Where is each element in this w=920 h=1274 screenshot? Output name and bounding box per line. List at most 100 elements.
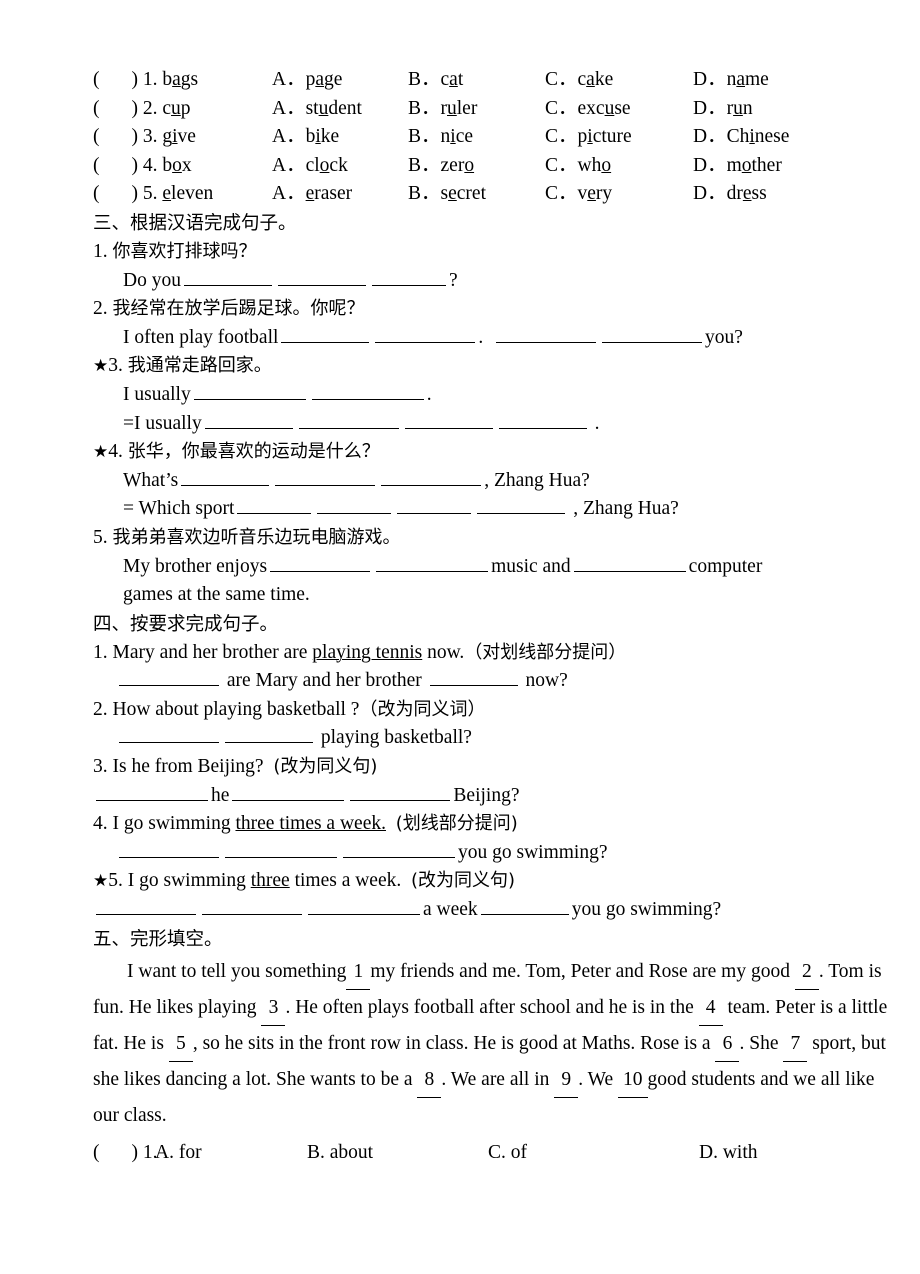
blank[interactable] <box>496 325 597 343</box>
blank[interactable] <box>281 325 370 343</box>
cloze-blank-10[interactable]: 10 <box>618 1062 648 1098</box>
cloze-blank-2[interactable]: 2 <box>794 954 819 990</box>
mc-option-c[interactable]: C．who <box>545 152 611 181</box>
mc-option-a[interactable]: A．student <box>272 95 362 124</box>
s3-q1-chinese: 你喜欢打排球吗？ <box>112 240 257 262</box>
mc-option-b[interactable]: B．nice <box>408 123 473 152</box>
blank[interactable] <box>119 725 219 744</box>
s3-q1-number: 1. <box>93 240 108 262</box>
s4-q3-ans-post: Beijing? <box>453 784 520 806</box>
blank[interactable] <box>375 325 476 343</box>
mc-option-b[interactable]: B．secret <box>408 180 486 209</box>
blank[interactable] <box>404 411 493 429</box>
blank[interactable] <box>183 268 272 286</box>
s4-q1-ans-mid: are Mary and her brother <box>226 670 422 692</box>
blank[interactable] <box>397 496 472 515</box>
cloze-blank-1[interactable]: 1 <box>346 954 371 990</box>
mc-option-a[interactable]: A．page <box>272 66 342 95</box>
blank[interactable] <box>573 554 686 572</box>
blank[interactable] <box>350 783 451 801</box>
mc-option-d[interactable]: D．mother <box>693 152 782 181</box>
cloze-blank-4[interactable]: 4 <box>698 990 723 1026</box>
blank[interactable] <box>181 468 270 486</box>
mc-option-a[interactable]: A．clock <box>272 152 348 181</box>
mc-option-a[interactable]: A．eraser <box>272 180 352 209</box>
s3-q1-answer-line: Do you? <box>93 267 893 296</box>
cloze-mc-option-c[interactable]: C. of <box>488 1139 527 1168</box>
blank[interactable] <box>204 411 293 429</box>
blank[interactable] <box>429 668 518 687</box>
blank[interactable] <box>225 725 313 744</box>
blank[interactable] <box>343 840 455 858</box>
answer-bracket[interactable]: () <box>93 69 138 90</box>
blank[interactable] <box>96 783 208 801</box>
answer-bracket[interactable]: () <box>93 126 138 147</box>
blank[interactable] <box>96 897 196 916</box>
cloze-blank-6[interactable]: 6 <box>715 1026 740 1062</box>
blank[interactable] <box>275 468 376 486</box>
blank[interactable] <box>270 554 371 572</box>
blank[interactable] <box>308 897 420 916</box>
s3-q3-line1-post: . <box>426 383 432 405</box>
s4-q2-instruction: （改为同义词） <box>359 698 486 720</box>
answer-bracket[interactable]: () <box>93 155 138 176</box>
mc-option-a[interactable]: A．bike <box>272 123 339 152</box>
blank[interactable] <box>477 496 566 515</box>
answer-bracket[interactable]: () <box>93 1142 138 1163</box>
blank[interactable] <box>376 554 489 572</box>
blank[interactable] <box>311 382 424 400</box>
blank[interactable] <box>193 382 306 400</box>
s4-q3-prompt: 3. Is he from Beijing? (改为同义句) <box>93 753 893 782</box>
mc-row: () 3. give A．bike B．nice C．picture D．Chi… <box>93 123 893 152</box>
blank[interactable] <box>317 496 392 515</box>
blank[interactable] <box>232 783 345 801</box>
blank[interactable] <box>119 840 219 858</box>
s4-q4-prompt: 4. I go swimming three times a week. (划线… <box>93 810 893 839</box>
blank[interactable] <box>381 468 482 486</box>
blank[interactable] <box>237 496 312 515</box>
mc-stem: () 5. eleven <box>93 183 214 205</box>
blank[interactable] <box>498 411 587 429</box>
mc-option-c[interactable]: C．very <box>545 180 612 209</box>
mc-option-d[interactable]: D．name <box>693 66 769 95</box>
s3-q2-answer-pre: I often play football <box>123 326 279 348</box>
answer-bracket[interactable]: () <box>93 98 138 119</box>
s3-q5-line2-text: games at the same time. <box>123 584 310 606</box>
s3-q5-line1-pre: My brother enjoys <box>123 555 268 577</box>
s4-q1-prompt: 1. Mary and her brother are playing tenn… <box>93 639 893 668</box>
blank[interactable] <box>119 668 219 687</box>
cloze-blank-8[interactable]: 8 <box>417 1062 442 1098</box>
cloze-text-10: . We <box>578 1068 614 1090</box>
mc-option-d[interactable]: D．dress <box>693 180 767 209</box>
mc-option-c[interactable]: C．excuse <box>545 95 631 124</box>
mc-option-b[interactable]: B．ruler <box>408 95 477 124</box>
s3-q4-line2-pre: = Which sport <box>123 498 235 520</box>
cloze-blank-3[interactable]: 3 <box>261 990 286 1026</box>
cloze-mc-option-b[interactable]: B. about <box>307 1139 373 1168</box>
s4-q4-number: 4. <box>93 813 108 835</box>
cloze-blank-7[interactable]: 7 <box>783 1026 808 1062</box>
blank[interactable] <box>202 897 302 916</box>
mc-option-b[interactable]: B．cat <box>408 66 463 95</box>
blank[interactable] <box>480 897 569 916</box>
blank[interactable] <box>277 268 366 286</box>
cloze-mc-option-d[interactable]: D. with <box>699 1139 758 1168</box>
cloze-mc-option-a[interactable]: A. for <box>155 1139 202 1168</box>
s3-q5-number: 5. <box>93 526 108 548</box>
cloze-mc-row: () 1. A. for B. about C. of D. with <box>93 1139 893 1168</box>
mc-option-c[interactable]: C．picture <box>545 123 632 152</box>
blank[interactable] <box>371 268 446 286</box>
cloze-text-9: . We are all in <box>441 1068 550 1090</box>
mc-option-d[interactable]: D．run <box>693 95 753 124</box>
mc-option-c[interactable]: C．cake <box>545 66 613 95</box>
cloze-blank-5[interactable]: 5 <box>168 1026 193 1062</box>
answer-bracket[interactable]: () <box>93 183 138 204</box>
blank[interactable] <box>298 411 399 429</box>
cloze-blank-9[interactable]: 9 <box>554 1062 579 1098</box>
s3-q2-answer-mid: . <box>478 326 484 348</box>
blank[interactable] <box>225 840 337 858</box>
section-four-heading-text: 四、按要求完成句子。 <box>93 613 279 635</box>
mc-option-d[interactable]: D．Chinese <box>693 123 789 152</box>
blank[interactable] <box>602 325 703 343</box>
mc-option-b[interactable]: B．zero <box>408 152 474 181</box>
